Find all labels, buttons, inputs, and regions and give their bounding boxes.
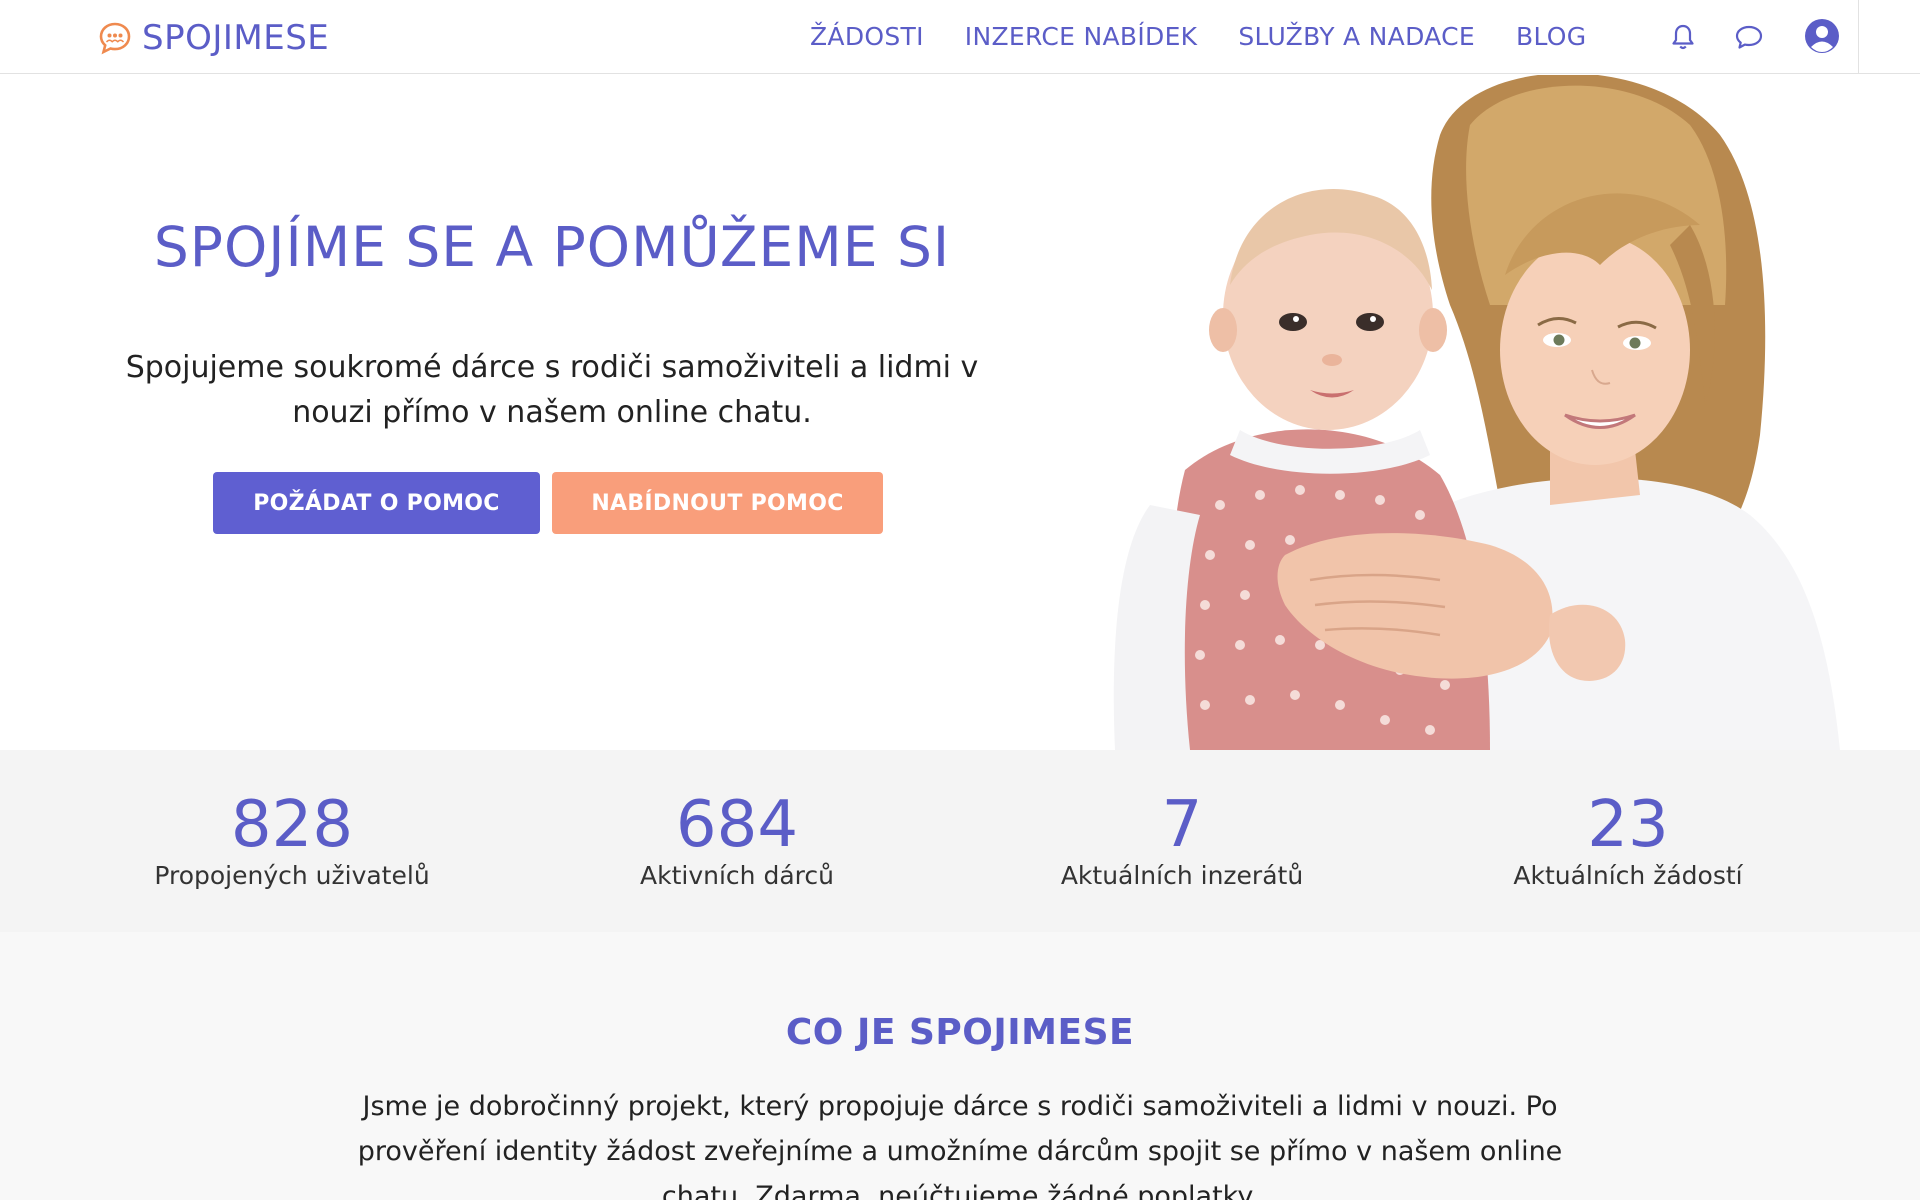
stat-value: 684: [675, 788, 799, 862]
offer-help-button[interactable]: NABÍDNOUT POMOC: [552, 472, 883, 534]
about-section: CO JE SPOJIMESE Jsme je dobročinný proje…: [0, 932, 1920, 1200]
hero-subtitle: Spojujeme soukromé dárce s rodiči samoži…: [125, 350, 979, 430]
nav-link-inzerce-nabidek[interactable]: INZERCE NABÍDEK: [965, 20, 1198, 54]
stat-value: 23: [1587, 788, 1669, 862]
stat-current-listings: 7 Aktuálních inzerátů: [982, 790, 1382, 892]
request-help-button[interactable]: POŽÁDAT O POMOC: [213, 472, 540, 534]
chat-icon[interactable]: [1734, 20, 1764, 54]
stat-label: Aktivních dárců: [640, 861, 834, 890]
about-title: CO JE SPOJIMESE: [785, 1012, 1135, 1053]
main-navigation: ŽÁDOSTI INZERCE NABÍDEK SLUŽBY A NADACE …: [810, 20, 1627, 54]
header-divider: [1858, 0, 1859, 74]
site-logo[interactable]: SPOJIMESE: [98, 18, 329, 58]
about-text: Jsme je dobročinný projekt, který propoj…: [357, 1091, 1563, 1200]
nav-link-blog[interactable]: BLOG: [1516, 20, 1586, 54]
stat-value: 828: [230, 788, 354, 862]
logo-chat-bubble-icon: [99, 22, 131, 55]
account-icon[interactable]: [1804, 18, 1840, 54]
hero-title: SPOJÍME SE A POMŮŽEME SI: [153, 215, 951, 279]
nav-link-zadosti[interactable]: ŽÁDOSTI: [810, 20, 924, 54]
nav-link-sluzby-a-nadace[interactable]: SLUŽBY A NADACE: [1238, 20, 1475, 54]
stat-label: Propojených uživatelů: [154, 861, 430, 890]
statistics-bar: 828 Propojených uživatelů 684 Aktivních …: [0, 750, 1920, 932]
stat-label: Aktuálních žádostí: [1513, 861, 1743, 890]
top-navigation-bar: SPOJIMESE ŽÁDOSTI INZERCE NABÍDEK SLUŽBY…: [0, 0, 1920, 74]
logo-text: SPOJIMESE: [142, 18, 330, 58]
bell-icon[interactable]: [1668, 20, 1698, 54]
stat-connected-users: 828 Propojených uživatelů: [92, 790, 492, 892]
hero-section: SPOJÍME SE A POMŮŽEME SI Spojujeme soukr…: [0, 75, 1920, 750]
hero-photo-mother-and-baby: [1113, 75, 1840, 750]
stat-active-donors: 684 Aktivních dárců: [537, 790, 937, 892]
stat-label: Aktuálních inzerátů: [1060, 861, 1304, 890]
stat-current-requests: 23 Aktuálních žádostí: [1428, 790, 1828, 892]
stat-value: 7: [1161, 788, 1203, 862]
